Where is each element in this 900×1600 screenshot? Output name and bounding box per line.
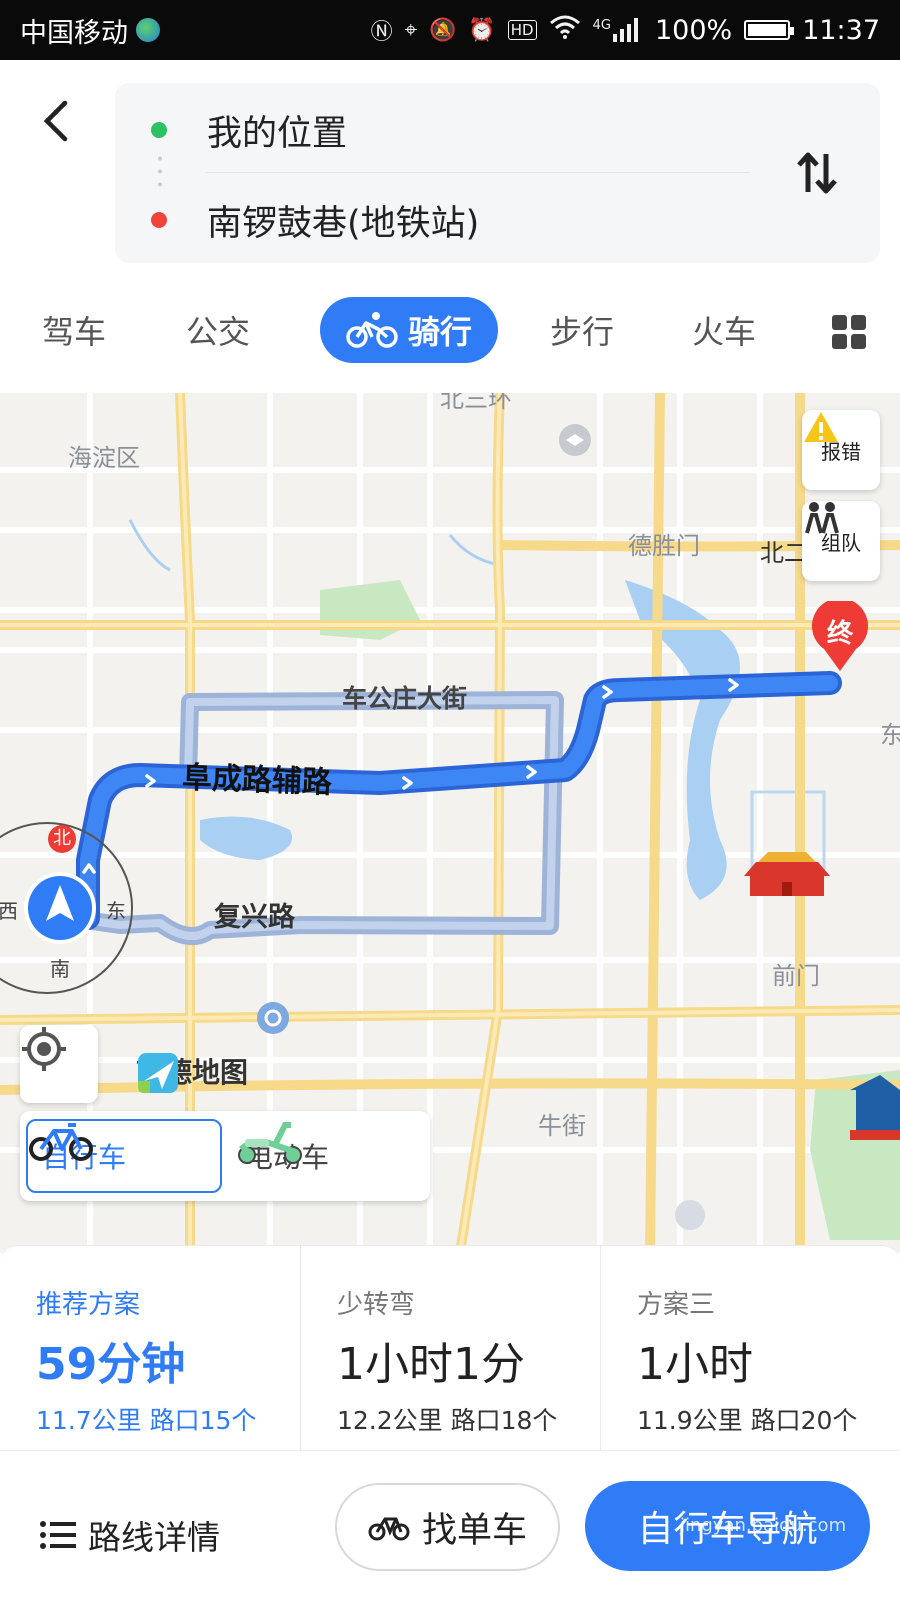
report-error-button[interactable]: 报错 xyxy=(802,410,880,490)
tab-cycling-label: 骑行 xyxy=(407,313,472,351)
team-button[interactable]: 组队 xyxy=(802,501,880,581)
route-details-button[interactable]: 路线详情 xyxy=(40,1511,220,1559)
route-details-label: 路线详情 xyxy=(88,1518,220,1557)
map-label-deshengmen: 德胜门 xyxy=(628,532,700,560)
tab-train[interactable]: 火车 xyxy=(692,307,756,353)
more-modes-icon[interactable] xyxy=(832,315,866,349)
bicycle-icon xyxy=(29,1123,93,1161)
plan-duration: 59分钟 xyxy=(36,1339,186,1390)
origin-field[interactable]: 我的位置 xyxy=(115,95,755,165)
tab-drive[interactable]: 驾车 xyxy=(42,307,106,353)
map-view[interactable]: 北三环 海淀区 德胜门 北二 车公庄大街 阜成路辅路 复兴路 前门 牛街 东 报… xyxy=(0,393,900,1253)
origin-dot-icon xyxy=(151,122,167,138)
plan-fewer-turns[interactable]: 少转弯 1小时1分 12.2公里 路口18个 xyxy=(300,1246,600,1451)
battery-percent: 100% xyxy=(654,14,733,46)
plan-duration: 1小时 xyxy=(637,1339,753,1390)
map-label-fuchenglu: 阜成路辅路 xyxy=(181,760,333,801)
plan-duration: 1小时1分 xyxy=(337,1339,525,1390)
route-divider xyxy=(205,172,750,173)
watermark: jingyan.baidu.com xyxy=(680,1515,847,1536)
map-label-niujie: 牛街 xyxy=(538,1112,586,1140)
status-bar: 中国移动 Ⓝ ⌖ 🔕 ⏰ HD 4G 100% 11:37 xyxy=(0,0,900,60)
destination-label: 南锣鼓巷(地铁站) xyxy=(207,203,480,244)
compass-west: 西 xyxy=(0,899,18,923)
map-label-top-ring: 北三环 xyxy=(440,393,512,413)
carrier-label: 中国移动 xyxy=(20,17,128,49)
mute-icon: 🔕 xyxy=(428,17,457,43)
chevron-left-icon xyxy=(43,100,68,142)
warning-icon xyxy=(804,412,838,442)
route-plans: 推荐方案 59分钟 11.7公里 路口15个 少转弯 1小时1分 12.2公里 … xyxy=(0,1245,900,1451)
map-label-beier: 北二 xyxy=(760,539,808,567)
vehicle-mode-switch: 自行车 电动车 xyxy=(20,1111,430,1201)
origin-label: 我的位置 xyxy=(207,113,348,154)
signal-icon: 4G xyxy=(593,18,643,42)
destination-pin[interactable]: 终 xyxy=(810,601,870,673)
end-pin-label: 终 xyxy=(826,619,853,649)
location-icon: ⌖ xyxy=(404,17,417,43)
hd-icon: HD xyxy=(507,20,537,40)
battery-icon xyxy=(744,20,795,40)
plan-name: 推荐方案 xyxy=(36,1290,141,1320)
globe-icon xyxy=(136,18,160,42)
destination-field[interactable]: 南锣鼓巷(地铁站) xyxy=(115,185,755,255)
crosshair-icon xyxy=(22,1027,66,1071)
compass-east: 东 xyxy=(106,899,126,923)
tiananmen-icon xyxy=(744,852,830,896)
map-label-qianmen: 前门 xyxy=(772,962,820,990)
swap-vertical-icon xyxy=(797,152,837,194)
compass[interactable]: 北 东 西 南 xyxy=(0,813,142,1003)
plan-meta: 12.2公里 路口18个 xyxy=(337,1406,558,1435)
tab-walk[interactable]: 步行 xyxy=(550,307,614,353)
bicycle-icon xyxy=(346,312,398,348)
amap-logo-icon xyxy=(138,1053,178,1093)
mode-ebike[interactable]: 电动车 xyxy=(235,1119,425,1193)
destination-dot-icon xyxy=(151,212,167,228)
nfc-icon: Ⓝ xyxy=(370,20,393,45)
plan-recommended[interactable]: 推荐方案 59分钟 11.7公里 路口15个 xyxy=(0,1246,300,1451)
network-label: 4G xyxy=(592,18,611,33)
mode-bicycle[interactable]: 自行车 xyxy=(26,1119,222,1193)
find-bike-button[interactable]: 找单车 xyxy=(335,1483,560,1571)
swap-button[interactable] xyxy=(792,148,842,198)
plan-name: 少转弯 xyxy=(337,1290,416,1320)
transport-tabs: 驾车 公交 骑行 步行 火车 xyxy=(0,295,900,375)
clock: 11:37 xyxy=(802,14,880,46)
alarm-icon: ⏰ xyxy=(468,17,496,43)
find-bike-label: 找单车 xyxy=(421,1510,527,1551)
compass-south: 南 xyxy=(50,957,70,981)
plan-name: 方案三 xyxy=(637,1290,716,1320)
locate-me-button[interactable] xyxy=(20,1025,98,1103)
tab-transit[interactable]: 公交 xyxy=(186,307,250,353)
map-label-haidian: 海淀区 xyxy=(68,444,140,472)
map-label-chegongzhuang: 车公庄大街 xyxy=(342,684,468,713)
tab-cycling[interactable]: 骑行 xyxy=(320,297,498,363)
list-icon xyxy=(40,1521,76,1549)
back-button[interactable] xyxy=(36,96,76,146)
status-icons: Ⓝ ⌖ 🔕 ⏰ HD 4G 100% 11:37 xyxy=(371,14,880,46)
compass-north: 北 xyxy=(48,825,76,853)
amap-logo: 高德地图 xyxy=(136,1051,248,1093)
bicycle-icon xyxy=(368,1517,410,1541)
scooter-icon xyxy=(238,1122,302,1164)
map-label-fuxinglu: 复兴路 xyxy=(214,902,295,933)
plan-meta: 11.9公里 路口20个 xyxy=(637,1406,858,1435)
team-icon xyxy=(805,502,839,534)
carrier: 中国移动 xyxy=(20,11,160,50)
wifi-icon xyxy=(549,15,581,45)
map-label-dong: 东 xyxy=(880,721,900,749)
plan-three[interactable]: 方案三 1小时 11.9公里 路口20个 xyxy=(600,1246,900,1451)
plan-meta: 11.7公里 路口15个 xyxy=(36,1406,257,1435)
